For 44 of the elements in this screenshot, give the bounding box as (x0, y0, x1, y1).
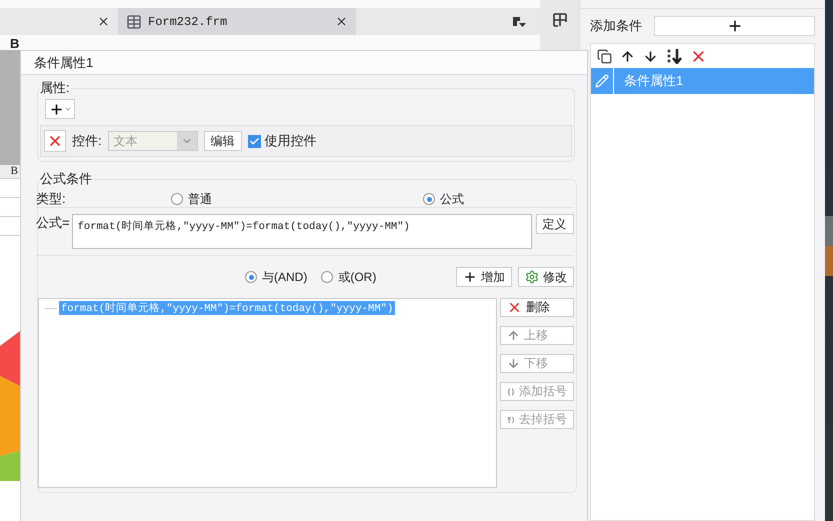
move-bottom-icon[interactable] (666, 48, 682, 64)
type-radio[interactable]: 普通 (171, 190, 423, 208)
control-label: 控件: (72, 132, 102, 150)
gear-icon (525, 270, 539, 284)
side-button[interactable]: 删除 (500, 298, 574, 317)
arrow-up-icon (507, 329, 520, 342)
plus-icon (463, 270, 477, 284)
dropdown-icon[interactable] (512, 16, 526, 28)
close-icon (47, 133, 63, 149)
pencil-icon (595, 74, 609, 88)
plus-icon (48, 102, 64, 116)
arrow-down-icon (507, 357, 520, 370)
group-label: 公式条件 (40, 170, 92, 188)
caret-icon (64, 105, 72, 113)
add-button[interactable]: 增加 (456, 267, 512, 287)
plus-icon (726, 18, 742, 34)
edit-button[interactable]: 编辑 (204, 131, 242, 151)
logic-radio[interactable]: 与(AND) (245, 268, 308, 286)
group-label: 属性: (40, 79, 70, 97)
close-icon[interactable] (335, 15, 348, 28)
remove-button[interactable] (44, 130, 66, 152)
check-icon (248, 136, 260, 146)
type-radio[interactable]: 公式 (423, 190, 574, 208)
checkbox-label: 使用控件 (264, 132, 317, 150)
dialog-title: 条件属性1 (34, 54, 94, 72)
checkbox[interactable] (248, 134, 261, 148)
column-header: B (0, 165, 20, 179)
editor-tab[interactable]: Form232.frm (118, 8, 356, 35)
arrow-down-icon[interactable] (643, 48, 658, 64)
bracket-icon (507, 386, 515, 398)
close-icon[interactable] (97, 15, 110, 28)
copy-icon[interactable] (597, 48, 612, 64)
close-icon (507, 300, 522, 315)
add-condition-label: 添加条件 (590, 17, 642, 35)
add-dropdown-button[interactable] (45, 99, 75, 119)
grid-icon[interactable] (552, 12, 568, 28)
formula-label: 公式= (36, 214, 70, 232)
modify-button[interactable]: 修改 (518, 267, 574, 287)
define-button[interactable]: 定义 (536, 214, 574, 234)
bold-button[interactable]: B (10, 37, 20, 50)
formula-field[interactable]: format(时间单元格,"yyyy-MM")=format(today(),"yyyy-MM") (72, 214, 532, 249)
form-icon (126, 14, 142, 30)
type-label: 类型: (36, 190, 67, 208)
logic-radio[interactable]: 或(OR) (321, 268, 376, 286)
